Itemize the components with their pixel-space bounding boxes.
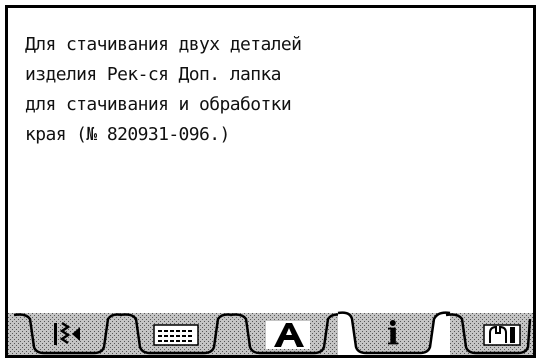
info-icon: i [386, 314, 400, 352]
tab-stitch-settings[interactable] [136, 313, 218, 353]
tab-alphabet[interactable] [246, 313, 328, 353]
tab-setup[interactable] [462, 313, 530, 353]
bottom-tab-bar: i [8, 305, 533, 355]
info-screen-frame: Для стачивания двух деталей изделия Рек-… [5, 5, 536, 358]
tab-stitch-pattern[interactable] [30, 313, 108, 353]
sewing-machine-display: Для стачивания двух деталей изделия Рек-… [0, 0, 541, 363]
tab-info[interactable]: i [352, 313, 434, 353]
info-message-line-4: края (№ 820931-096.) [25, 124, 230, 145]
info-message-line-3: для стачивания и обработки [25, 94, 292, 115]
info-message: Для стачивания двух деталей изделия Рек-… [25, 30, 495, 150]
info-message-line-2: изделия Рек-ся Доп. лапка [25, 64, 282, 85]
info-message-line-1: Для стачивания двух деталей [25, 34, 302, 55]
